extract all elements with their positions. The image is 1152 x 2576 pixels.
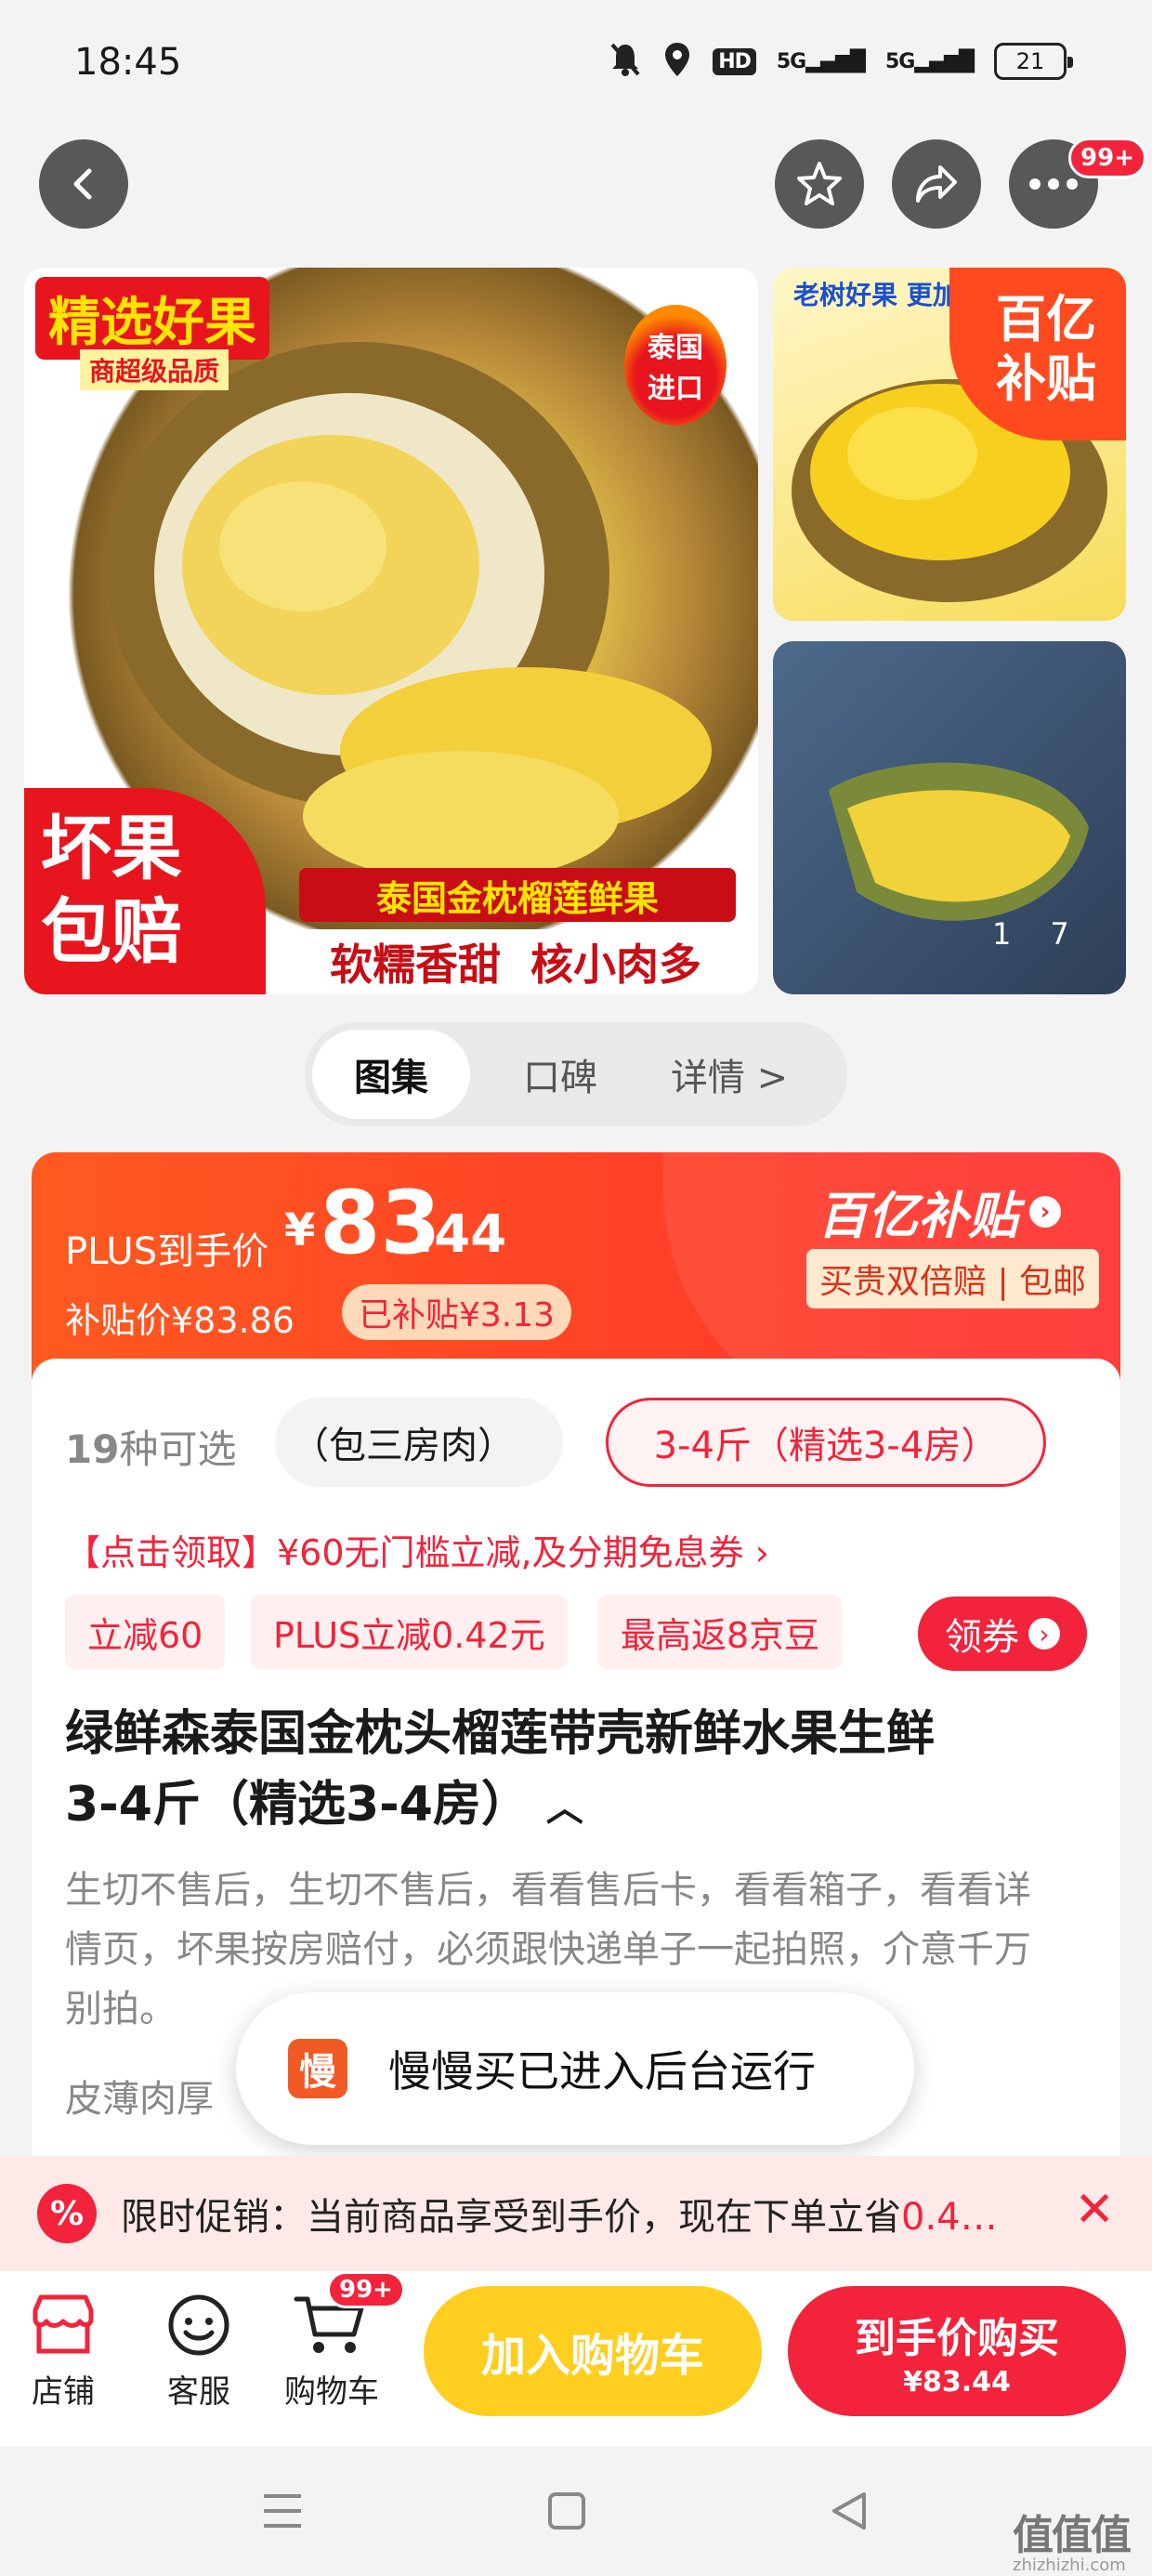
chip-discount-60[interactable]: 立减60 — [65, 1595, 226, 1669]
tab-details[interactable]: 详情 > — [650, 1030, 808, 1119]
shop-tab[interactable]: 店铺 — [28, 2292, 98, 2412]
gallery-thumb-2[interactable]: 1 7 — [773, 641, 1126, 994]
gallery-main-image[interactable]: 精选好果 商超级品质 泰国 进口 坏果 包赔 泰国金枕榴莲鲜果 软糯香甜 核小肉… — [24, 268, 758, 994]
back-nav-icon[interactable] — [829, 2489, 870, 2537]
toast-background-running: 慢 慢慢买已进入后台运行 — [236, 1992, 914, 2145]
more-icon — [1029, 178, 1078, 190]
battery-icon: 21 — [994, 43, 1073, 80]
variant-option-1[interactable]: （包三房肉） — [275, 1398, 563, 1487]
mute-icon — [609, 41, 642, 82]
get-coupon-button[interactable]: 领券 › — [918, 1597, 1087, 1671]
chevron-right-circle-icon: › — [1029, 1195, 1061, 1228]
favorite-button[interactable] — [775, 139, 864, 229]
badge-import: 泰国 进口 — [624, 305, 727, 426]
tab-reviews[interactable]: 口碑 — [481, 1030, 639, 1119]
coupon-link[interactable]: 【点击领取】¥60无门槛立减,及分期免息券 › — [65, 1524, 769, 1575]
discount-percent-icon: % — [37, 2184, 97, 2243]
buy-now-button[interactable]: 到手价购买 ¥83.44 — [788, 2286, 1126, 2416]
manmanmai-app-icon: 慢 — [288, 2039, 347, 2098]
watermark: 值值值 — [1013, 2512, 1132, 2559]
subsidy-tag: 已补贴¥3.13 — [342, 1284, 572, 1340]
price-currency: ¥ — [284, 1204, 316, 1256]
status-time: 18:45 — [74, 41, 182, 84]
gallery-counter: 1 7 — [992, 916, 1069, 952]
watermark-url: zhizhizhi.com — [1013, 2556, 1126, 2575]
badge-quality: 商超级品质 — [80, 349, 229, 390]
promo-text: 限时促销：当前商品享受到手价，现在下单立省0.4… — [121, 2196, 998, 2239]
signal-5g-2: 5G▂▄▆█ — [884, 49, 975, 73]
variant-count: 19种可选 — [65, 1426, 237, 1472]
add-to-cart-button[interactable]: 加入购物车 — [424, 2286, 762, 2416]
thumb1-caption: 老树好果 更加 — [793, 280, 959, 310]
chip-plus-discount[interactable]: PLUS立减0.42元 — [251, 1595, 568, 1669]
gallery-thumb-1[interactable]: 老树好果 更加 百亿 补贴 — [773, 268, 1126, 621]
tab-gallery[interactable]: 图集 — [312, 1030, 470, 1119]
feature-tag: 皮薄肉厚 — [65, 2078, 214, 2121]
badge-guarantee: 坏果 包赔 — [24, 788, 266, 994]
back-button[interactable] — [39, 139, 128, 229]
guarantee-tag: 买贵双倍赔 | 包邮 — [806, 1249, 1100, 1308]
menu-icon[interactable] — [260, 2491, 305, 2535]
system-navigation-bar: 值值值 zhizhizhi.com — [0, 2446, 1152, 2576]
service-tab[interactable]: 客服 — [164, 2292, 234, 2412]
promo-bar[interactable]: % 限时促销：当前商品享受到手价，现在下单立省0.4… ✕ — [0, 2156, 1152, 2271]
more-badge: 99+ — [1068, 138, 1146, 178]
bottom-action-bar: 店铺 客服 购物车 99+ 加入购物车 到手价购买 ¥83.44 — [0, 2271, 1152, 2446]
customer-service-icon — [168, 2294, 229, 2356]
back-arrow-icon — [73, 168, 92, 200]
variant-option-2[interactable]: 3-4斤（精选3-4房） — [606, 1398, 1046, 1487]
billion-subsidy-logo[interactable]: 百亿补贴 › — [818, 1175, 1061, 1248]
location-icon — [662, 41, 692, 82]
close-icon[interactable]: ✕ — [1074, 2182, 1115, 2238]
share-icon — [916, 165, 957, 203]
cart-badge: 99+ — [327, 2271, 405, 2308]
status-icons: HD 5G▂▄▆█ 5G▂▄▆█ 21 — [609, 39, 1073, 84]
subsidy-price: 补贴价¥83.86 — [65, 1300, 295, 1341]
banner-product: 泰国金枕榴莲鲜果 — [299, 868, 736, 922]
plus-price-label: PLUS到手价 — [65, 1230, 269, 1273]
cart-tab[interactable]: 购物车 — [284, 2292, 379, 2412]
signal-5g-1: 5G▂▄▆█ — [776, 49, 866, 73]
price-decimal: .44 — [414, 1204, 507, 1265]
shop-icon — [33, 2294, 94, 2354]
chevron-right-circle-icon: › — [1028, 1618, 1060, 1649]
home-icon[interactable] — [546, 2491, 587, 2535]
durian-thumb-2 — [829, 762, 1089, 921]
share-button[interactable] — [892, 139, 981, 229]
gallery-tabs: 图集 口碑 详情 > — [305, 1022, 847, 1126]
badge-selected: 精选好果 — [35, 277, 269, 360]
chip-jd-beans[interactable]: 最高返8京豆 — [598, 1595, 843, 1669]
banner-slogan: 软糯香甜 核小肉多 — [273, 929, 758, 994]
collapse-chevron-icon[interactable]: ︿ — [546, 1787, 583, 1830]
product-title: 绿鲜森泰国金枕头榴莲带壳新鲜水果生鲜 3-4斤（精选3-4房） ︿ — [65, 1706, 936, 1833]
star-icon — [797, 162, 842, 205]
hd-icon: HD — [713, 47, 756, 75]
toast-text: 慢慢买已进入后台运行 — [388, 2046, 816, 2096]
